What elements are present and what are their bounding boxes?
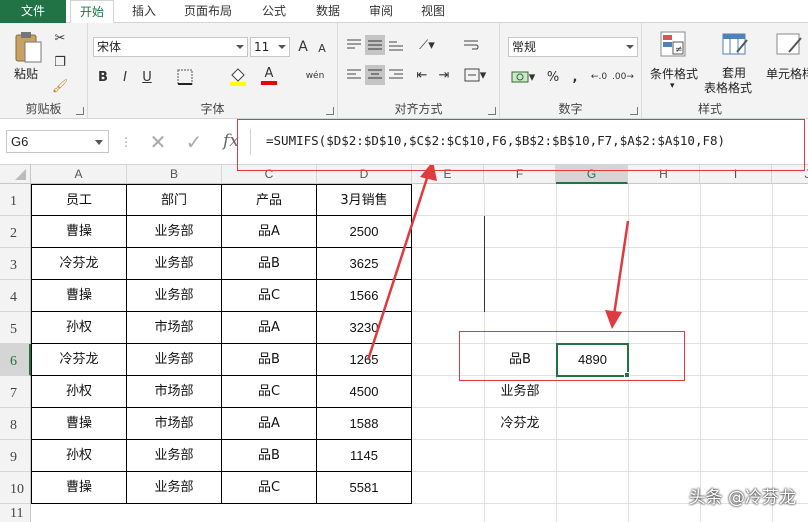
percent-button[interactable]: % [544,67,562,87]
alignment-group-label: 对齐方式 [394,102,443,116]
grow-font-button[interactable]: A [294,37,312,57]
align-top-icon[interactable] [344,35,364,55]
decrease-decimal-icon[interactable]: .00→ [612,67,634,87]
arrow-head-down-icon [605,310,622,329]
number-group-label: 数字 [558,102,583,116]
decrease-indent-icon[interactable]: ⇤ [412,65,432,85]
accounting-format-icon[interactable]: ▾ [508,67,538,87]
tab-page-layout[interactable]: 页面布局 [176,0,240,23]
styles-group: ≠ 条件格式 ▾ 套用 表格格式 单元格样 样式 [642,23,808,119]
align-bottom-icon[interactable] [386,35,406,55]
clipboard-group-label: 剪贴板 [25,102,62,116]
font-size-select[interactable]: 11 [250,37,290,57]
italic-button[interactable]: I [116,67,134,87]
cell-styles-icon[interactable] [774,29,804,59]
merge-center-icon[interactable]: ▾ [460,65,490,85]
tab-insert[interactable]: 插入 [120,0,168,23]
worksheet-grid[interactable]: A B C D E F G H I J 1 2 3 4 5 6 7 8 9 10… [0,165,808,522]
tab-home[interactable]: 开始 [70,0,114,24]
wrap-text-icon[interactable] [460,35,482,55]
format-as-table-label-2[interactable]: 表格格式 [704,79,752,96]
conditional-format-button[interactable]: 条件格式 [650,65,698,82]
clipboard-group: 粘贴 ✂ ❐ 🖌 剪贴板 [0,23,88,119]
cut-icon[interactable]: ✂ [50,29,70,47]
tab-formulas[interactable]: 公式 [250,0,298,23]
ribbon-tabs: 文件 开始 插入 页面布局 公式 数据 审阅 视图 [0,0,808,24]
watermark: 头条 @冷芬龙 [688,488,796,508]
comma-style-button[interactable]: , [566,67,584,87]
number-format-select[interactable]: 常规 [508,37,638,57]
underline-button[interactable]: U [138,67,156,87]
format-painter-icon[interactable]: 🖌 [50,77,70,95]
conditional-format-dropdown-icon[interactable]: ▾ [670,81,675,91]
tab-view[interactable]: 视图 [409,0,457,23]
bold-button[interactable]: B [94,67,112,87]
ribbon: 粘贴 ✂ ❐ 🖌 剪贴板 宋体 11 A A B I U A wén 字体 ⟋▾ [0,23,808,119]
annotation-arrows [366,165,630,361]
phonetic-guide-button[interactable]: wén [300,65,330,87]
paste-icon[interactable] [10,29,46,65]
number-group: 常规 ▾ % , ←.0 .00→ 数字 [500,23,642,119]
border-icon[interactable] [174,67,196,87]
arrow-to-result-line [612,220,630,316]
align-middle-icon[interactable] [365,35,385,55]
enter-icon[interactable]: ✓ [182,130,206,154]
font-name-select[interactable]: 宋体 [93,37,248,57]
fill-color-icon[interactable] [226,65,250,87]
number-launcher-icon[interactable] [630,107,638,115]
tab-file[interactable]: 文件 [0,0,66,23]
clipboard-launcher-icon[interactable] [76,107,84,115]
increase-decimal-icon[interactable]: ←.0 [588,67,610,87]
shrink-font-button[interactable]: A [314,39,330,57]
more-icon: ⋮ [120,135,132,149]
paste-label[interactable]: 粘贴 [14,65,38,82]
font-group: 宋体 11 A A B I U A wén 字体 [88,23,338,119]
tab-data[interactable]: 数据 [304,0,352,23]
orientation-icon[interactable]: ⟋▾ [412,35,442,55]
align-center-icon[interactable] [365,65,385,85]
cancel-icon[interactable]: ✕ [146,130,170,154]
align-right-icon[interactable] [386,65,406,85]
styles-group-label: 样式 [697,102,722,116]
tab-review[interactable]: 审阅 [357,0,405,23]
align-left-icon[interactable] [344,65,364,85]
font-launcher-icon[interactable] [326,107,334,115]
copy-icon[interactable]: ❐ [50,53,70,71]
font-group-label: 字体 [200,102,225,116]
conditional-format-icon[interactable]: ≠ [658,29,688,59]
highlight-box-formula [237,119,805,171]
arrow-to-formula-line [366,174,430,361]
cell-styles-button[interactable]: 单元格样 [766,65,808,82]
alignment-launcher-icon[interactable] [488,107,496,115]
alignment-group: ⟋▾ ⇤ ⇥ ▾ 对齐方式 [338,23,500,119]
font-color-button[interactable]: A [258,65,280,87]
svg-text:≠: ≠ [675,45,683,55]
increase-indent-icon[interactable]: ⇥ [434,65,454,85]
format-as-table-icon[interactable] [720,29,750,59]
name-box[interactable]: G6 [6,130,109,153]
